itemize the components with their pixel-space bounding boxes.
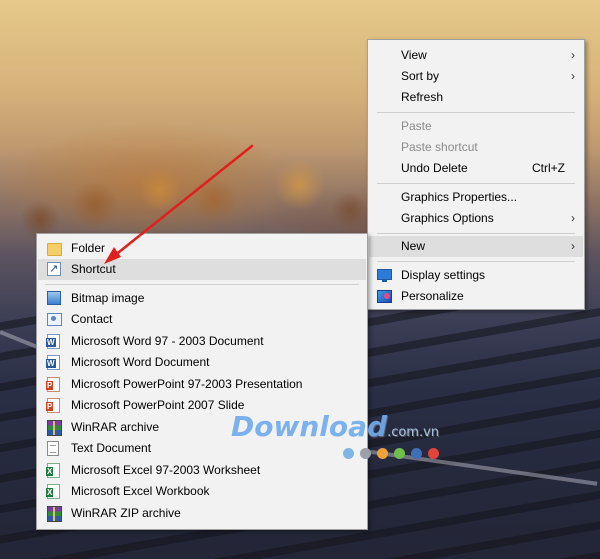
- watermark-dots: [343, 446, 445, 464]
- watermark-dot: [377, 448, 388, 459]
- download-watermark: Download.com.vn: [231, 410, 471, 470]
- watermark-logo: Download.com.vn: [231, 410, 440, 443]
- watermark-dot: [428, 448, 439, 459]
- watermark-dot: [411, 448, 422, 459]
- annotation-arrow-icon: [104, 144, 254, 264]
- watermark-dot: [343, 448, 354, 459]
- watermark-dot: [394, 448, 405, 459]
- watermark-dot: [360, 448, 371, 459]
